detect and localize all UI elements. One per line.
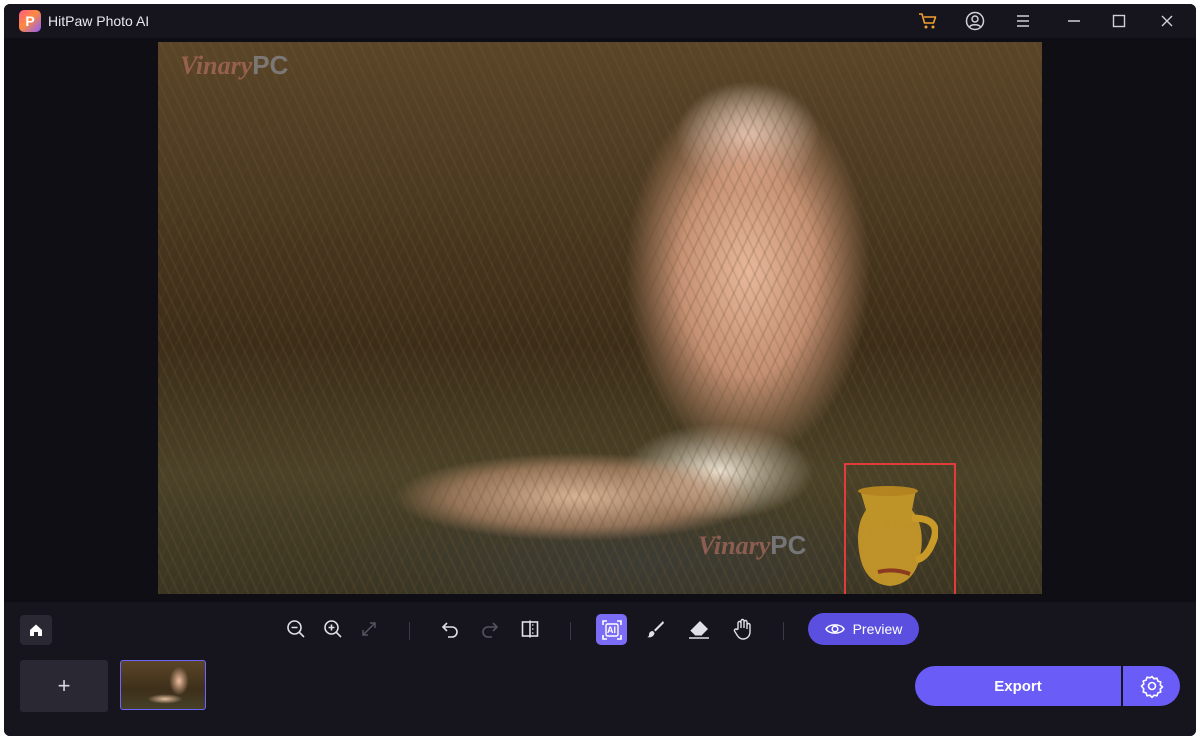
hand-icon bbox=[733, 618, 751, 640]
toolbar-divider bbox=[570, 622, 571, 640]
cart-icon bbox=[919, 13, 937, 29]
export-label: Export bbox=[994, 677, 1042, 695]
eraser-button[interactable] bbox=[686, 616, 712, 642]
compare-icon bbox=[521, 620, 539, 638]
minimize-button[interactable] bbox=[1061, 9, 1087, 33]
account-icon bbox=[965, 11, 985, 31]
title-bar: P HitPaw Photo AI bbox=[4, 4, 1196, 38]
fit-screen-button[interactable] bbox=[356, 616, 382, 642]
zoom-in-button[interactable] bbox=[320, 616, 346, 642]
home-button[interactable] bbox=[20, 615, 52, 645]
zoom-in-icon bbox=[324, 620, 342, 638]
toolbar-divider bbox=[783, 622, 784, 640]
toolbar-divider bbox=[409, 622, 410, 640]
app-logo: P bbox=[19, 10, 41, 32]
close-icon bbox=[1161, 15, 1173, 27]
preview-button[interactable]: Preview bbox=[808, 613, 919, 645]
maximize-icon bbox=[1112, 14, 1126, 28]
edit-toolbar: AI Preview bbox=[4, 602, 1196, 654]
brush-button[interactable] bbox=[642, 616, 668, 642]
redo-icon bbox=[482, 622, 499, 638]
maximize-button[interactable] bbox=[1106, 9, 1132, 33]
cart-button[interactable] bbox=[915, 9, 941, 33]
eraser-icon bbox=[689, 621, 709, 639]
menu-icon bbox=[1017, 15, 1029, 27]
preview-label: Preview bbox=[852, 621, 903, 637]
eye-icon bbox=[824, 624, 845, 634]
zoom-out-button[interactable] bbox=[283, 616, 309, 642]
export-button[interactable]: Export bbox=[915, 666, 1121, 706]
canvas-area: VinaryPC VinaryPC bbox=[4, 38, 1196, 602]
app-title: HitPaw Photo AI bbox=[48, 13, 150, 29]
export-settings-button[interactable] bbox=[1123, 666, 1180, 706]
watermark-top: VinaryPC bbox=[180, 50, 289, 80]
hand-button[interactable] bbox=[730, 616, 756, 642]
add-image-button[interactable]: + bbox=[20, 660, 108, 712]
fit-screen-icon bbox=[362, 622, 376, 636]
bottom-bar: + Export bbox=[4, 654, 1196, 736]
undo-icon bbox=[441, 622, 458, 638]
plus-icon: + bbox=[57, 673, 71, 698]
zoom-out-icon bbox=[287, 620, 305, 638]
redo-button[interactable] bbox=[477, 616, 503, 642]
selection-box[interactable] bbox=[844, 463, 956, 594]
gear-icon bbox=[1140, 675, 1163, 698]
home-icon bbox=[30, 624, 42, 636]
minimize-icon bbox=[1068, 20, 1080, 22]
menu-button[interactable] bbox=[1010, 9, 1036, 33]
ai-label: AI bbox=[607, 624, 616, 635]
compare-button[interactable] bbox=[517, 616, 543, 642]
ai-select-button[interactable]: AI bbox=[596, 614, 627, 645]
close-button[interactable] bbox=[1154, 9, 1180, 33]
edited-photo[interactable]: VinaryPC VinaryPC bbox=[158, 42, 1042, 594]
image-thumbnail[interactable] bbox=[120, 660, 206, 710]
watermark-bottom: VinaryPC bbox=[698, 530, 807, 560]
account-button[interactable] bbox=[962, 9, 988, 33]
undo-button[interactable] bbox=[437, 616, 463, 642]
app-window: P HitPaw Photo AI VinaryPC VinaryPC AI P… bbox=[4, 4, 1196, 736]
brush-icon bbox=[647, 621, 664, 638]
